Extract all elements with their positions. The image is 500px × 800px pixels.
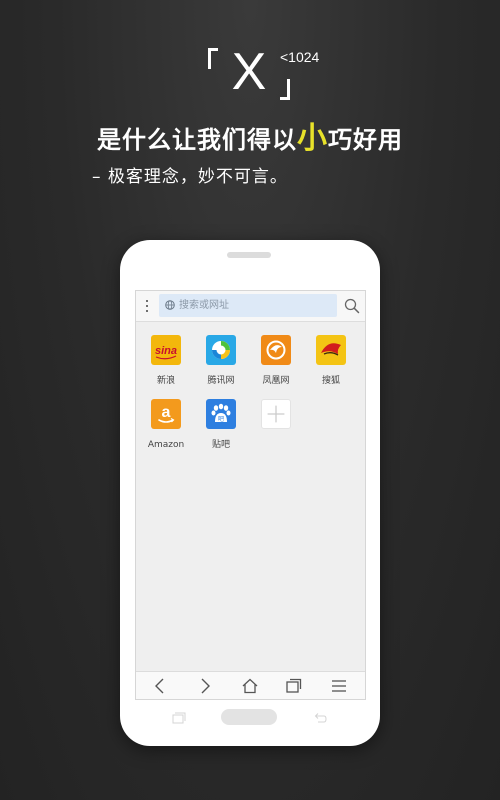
app-size-label: <1024 [280,49,320,65]
search-placeholder: 搜索或网址 [179,300,229,311]
headline-text-start: 是什么让我们得以 [97,126,297,154]
add-shortcut-button[interactable] [250,399,302,459]
tieba-icon: 吧 [206,399,236,429]
headline-accent: 小 [297,121,328,156]
back-icon[interactable] [150,676,170,696]
shortcut-label: Amazon [147,440,185,450]
sina-logo-text: sina [155,345,177,357]
shortcut-label: 凤凰网 [262,376,290,386]
shortcut-tieba[interactable]: 吧 贴吧 [195,399,247,459]
back-hardware-icon[interactable] [313,712,327,724]
subline: – 极客理念，妙不可言。 [92,167,288,187]
tieba-logo-text: 吧 [218,416,224,423]
ifeng-icon [261,335,291,365]
tabs-icon[interactable] [284,676,304,696]
logo-bracket-left [208,48,218,69]
shortcut-sohu[interactable]: 搜狐 [305,335,357,395]
shortcut-tencent[interactable]: 腾讯网 [195,335,247,395]
amazon-logo-text: a [162,404,171,421]
app-logo: X [208,40,290,104]
shortcut-label: 贴吧 [211,440,230,450]
headline: 是什么让我们得以小巧好用 [0,122,500,157]
shortcut-amazon[interactable]: a Amazon [140,399,192,459]
logo-bracket-right [280,79,290,100]
headline-text-end: 巧好用 [328,126,403,154]
phone-speaker [227,252,271,258]
shortcut-label: 腾讯网 [207,376,235,386]
sohu-icon [316,335,346,365]
search-icon[interactable] [344,298,360,314]
overflow-menu-icon[interactable] [142,297,152,315]
amazon-icon: a [151,399,181,429]
menu-icon[interactable] [329,676,349,696]
globe-icon [165,300,175,310]
app-header: X <1024 [0,0,500,120]
forward-icon[interactable] [195,676,215,696]
add-icon [261,399,291,429]
address-bar: 搜索或网址 [136,291,365,322]
bottom-toolbar [136,671,365,699]
shortcut-ifeng[interactable]: 凤凰网 [250,335,302,395]
sina-weibo-icon: sina [151,335,181,365]
logo-letter: X [231,43,267,101]
home-hardware-button[interactable] [221,709,277,725]
search-input[interactable]: 搜索或网址 [159,294,337,317]
shortcut-label: 搜狐 [321,376,340,386]
recent-apps-icon[interactable] [172,712,186,724]
home-icon[interactable] [240,676,260,696]
shortcut-sina[interactable]: sina 新浪 [140,335,192,395]
browser-screen: 搜索或网址 sina 新浪 腾讯网 凤凰网 搜狐 a Amazon 吧 贴吧 [135,290,366,700]
tencent-icon [206,335,236,365]
phone-frame: 搜索或网址 sina 新浪 腾讯网 凤凰网 搜狐 a Amazon 吧 贴吧 [120,240,380,746]
shortcut-label: 新浪 [156,376,175,386]
